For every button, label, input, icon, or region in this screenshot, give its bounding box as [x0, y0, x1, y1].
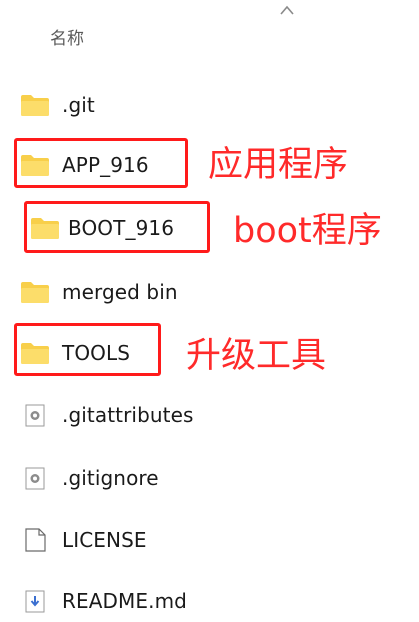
list-item-merged-bin[interactable]: merged bin: [20, 271, 320, 313]
highlight-box-tools: [14, 323, 161, 376]
annotation-app: 应用程序: [208, 145, 349, 185]
highlight-box-app: [14, 138, 188, 188]
annotation-boot: boot程序: [233, 211, 382, 251]
folder-icon: [21, 282, 49, 303]
file-name: .gitignore: [62, 466, 159, 490]
list-item-readme[interactable]: README.md: [20, 580, 320, 622]
folder-icon: [21, 95, 49, 116]
file-name: merged bin: [62, 280, 178, 304]
highlight-box-boot: [24, 201, 210, 253]
file-name: .git: [62, 93, 95, 117]
list-item-gitignore[interactable]: .gitignore: [20, 457, 320, 499]
markdown-file-icon: [25, 590, 45, 613]
list-item-git[interactable]: .git: [20, 84, 320, 126]
list-item-gitattributes[interactable]: .gitattributes: [20, 394, 320, 436]
config-file-icon: [25, 404, 45, 427]
sort-ascending-icon[interactable]: [279, 4, 295, 16]
file-name: LICENSE: [62, 528, 147, 552]
file-name: .gitattributes: [62, 403, 194, 427]
config-file-icon: [25, 467, 45, 490]
blank-file-icon: [25, 528, 46, 552]
file-name: README.md: [62, 589, 187, 613]
list-item-license[interactable]: LICENSE: [20, 519, 320, 561]
annotation-tools: 升级工具: [186, 336, 327, 376]
name-column-header[interactable]: 名称: [50, 24, 84, 49]
